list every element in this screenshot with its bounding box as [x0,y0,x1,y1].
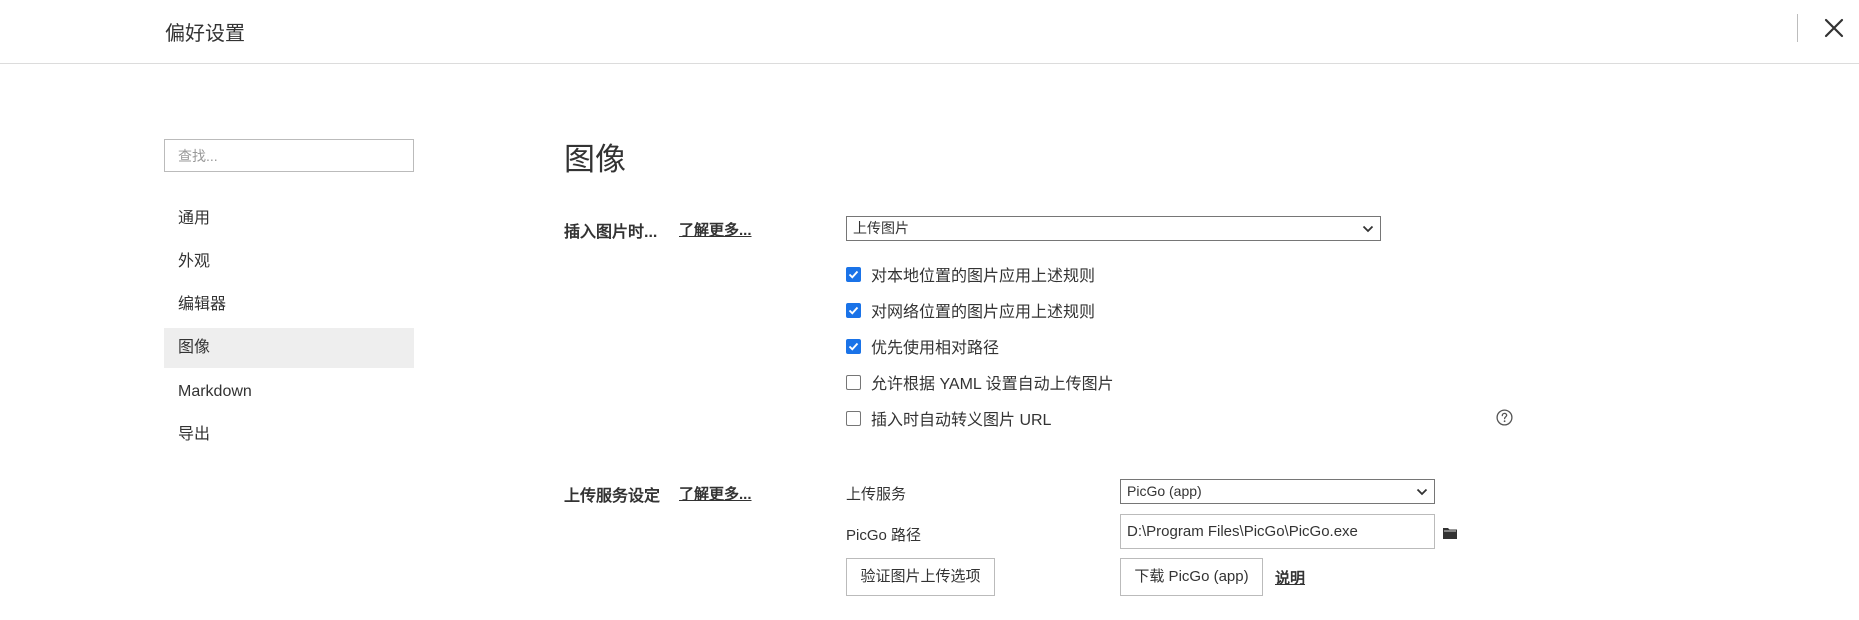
page-title: 图像 [564,142,626,177]
instructions-link[interactable]: 说明 [1275,567,1305,588]
upload-service-select[interactable]: PicGo (app) [1120,479,1435,504]
checkbox-unchecked[interactable] [846,410,861,426]
picgo-path-input[interactable]: D:\Program Files\PicGo\PicGo.exe [1120,514,1435,549]
chevron-down-icon [1362,225,1374,233]
option-relative-path[interactable]: 优先使用相对路径 [846,334,999,358]
option-local-images[interactable]: 对本地位置的图片应用上述规则 [846,262,1095,286]
upload-service-value: PicGo (app) [1127,483,1202,499]
insert-section-label: 插入图片时... [564,224,658,241]
sidebar-item-appearance[interactable]: 外观 [164,242,414,282]
close-icon[interactable] [1820,14,1848,42]
picgo-path-label: PicGo 路径 [846,527,922,544]
sidebar-item-editor[interactable]: 编辑器 [164,285,414,325]
checkbox-checked[interactable] [846,302,861,318]
chevron-down-icon [1416,488,1428,496]
checkbox-unchecked[interactable] [846,374,861,390]
option-escape-url[interactable]: 插入时自动转义图片 URL [846,406,1051,430]
insert-action-select[interactable]: 上传图片 [846,216,1381,241]
option-label: 对本地位置的图片应用上述规则 [871,268,1096,285]
option-label: 插入时自动转义图片 URL [871,412,1052,429]
option-label: 对网络位置的图片应用上述规则 [871,304,1096,321]
window-title: 偏好设置 [165,23,245,45]
sidebar-item-image[interactable]: 图像 [164,328,414,368]
insert-action-value: 上传图片 [853,220,909,236]
title-bar: 偏好设置 [0,0,1859,64]
checkbox-checked[interactable] [846,266,861,282]
option-label: 允许根据 YAML 设置自动上传图片 [871,376,1114,393]
option-network-images[interactable]: 对网络位置的图片应用上述规则 [846,298,1095,322]
download-picgo-button[interactable]: 下载 PicGo (app) [1120,558,1263,596]
title-separator [1797,14,1798,42]
question-circle-icon[interactable] [1496,409,1513,426]
option-yaml-auto-upload[interactable]: 允许根据 YAML 设置自动上传图片 [846,370,1114,394]
sidebar-item-general[interactable]: 通用 [164,199,414,239]
upload-learn-more-link[interactable]: 了解更多... [679,483,752,504]
upload-service-label: 上传服务 [846,486,907,503]
search-input[interactable] [164,139,414,172]
checkbox-checked[interactable] [846,338,861,354]
upload-section-label: 上传服务设定 [564,488,661,505]
validate-upload-button[interactable]: 验证图片上传选项 [846,558,995,596]
insert-learn-more-link[interactable]: 了解更多... [679,219,752,240]
folder-icon[interactable] [1443,526,1457,539]
sidebar-item-export[interactable]: 导出 [164,415,414,455]
option-label: 优先使用相对路径 [871,340,1000,357]
sidebar-item-markdown[interactable]: Markdown [164,372,414,412]
